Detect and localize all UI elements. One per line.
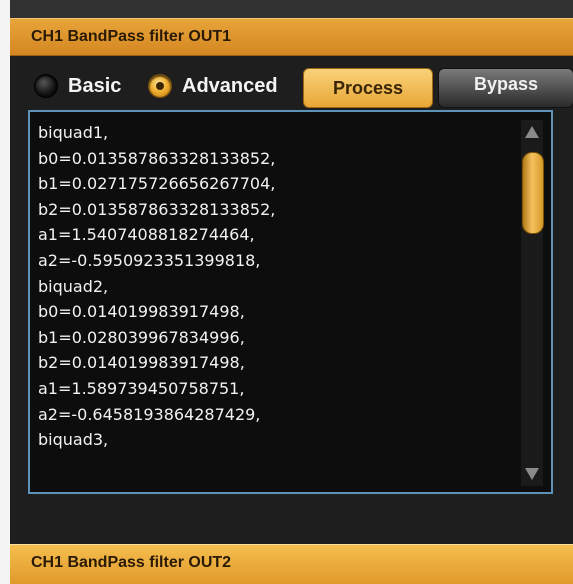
- coefficient-line: biquad2,: [38, 276, 109, 296]
- coefficient-line: b1=0.027175726656267704,: [38, 174, 276, 194]
- coefficient-line: biquad3,: [38, 430, 109, 450]
- coefficient-line: a1=1.5407408818274464,: [38, 225, 255, 245]
- coefficient-line: a2=-0.5950923351399818,: [38, 250, 261, 270]
- coefficient-line: b0=0.013587863328133852,: [38, 148, 276, 168]
- coefficient-line: b1=0.028039967834996,: [38, 327, 245, 347]
- coefficient-line: a2=-0.6458193864287429,: [38, 404, 261, 424]
- advanced-radio-label[interactable]: Advanced: [182, 75, 278, 98]
- scrollbar-thumb[interactable]: [522, 152, 544, 234]
- panel-header-out1[interactable]: CH1 BandPass filter OUT1: [10, 18, 573, 56]
- advanced-radio[interactable]: [148, 74, 172, 98]
- scroll-up-arrow-icon[interactable]: [525, 126, 539, 138]
- coefficient-line: b2=0.013587863328133852,: [38, 199, 276, 219]
- coefficients-text: biquad1, b0=0.013587863328133852, b1=0.027…: [38, 120, 275, 453]
- process-button[interactable]: Process: [303, 68, 433, 108]
- mode-toolbar: Basic Advanced Process Bypass: [10, 64, 573, 108]
- panel-title-out1: CH1 BandPass filter OUT1: [31, 28, 232, 45]
- coefficient-line: b0=0.014019983917498,: [38, 302, 245, 322]
- basic-radio[interactable]: [34, 74, 58, 98]
- coefficient-line: biquad1,: [38, 123, 109, 142]
- panel-title-out2: CH1 BandPass filter OUT2: [31, 554, 232, 571]
- basic-radio-label[interactable]: Basic: [68, 75, 121, 98]
- bypass-button[interactable]: Bypass: [438, 68, 573, 108]
- left-edge: [0, 0, 10, 584]
- coefficients-textarea[interactable]: biquad1, b0=0.013587863328133852, b1=0.027…: [28, 110, 553, 494]
- coefficient-line: b2=0.014019983917498,: [38, 353, 245, 373]
- panel-header-out2[interactable]: CH1 BandPass filter OUT2: [10, 544, 573, 584]
- vertical-scrollbar[interactable]: [521, 120, 544, 486]
- coefficient-line: a1=1.589739450758751,: [38, 378, 245, 398]
- scroll-down-arrow-icon[interactable]: [525, 468, 539, 480]
- filter-panel-window: CH1 BandPass filter OUT1 Basic Advanced …: [0, 0, 573, 584]
